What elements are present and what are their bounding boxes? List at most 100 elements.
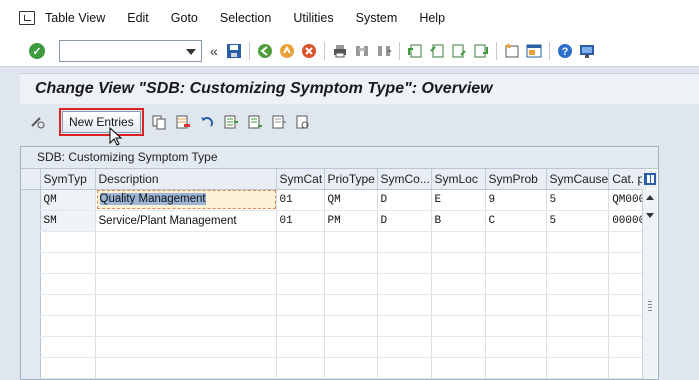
empty-cell[interactable] [276,336,325,358]
empty-cell[interactable] [95,294,277,316]
empty-cell[interactable] [324,315,378,337]
empty-cell[interactable] [324,336,378,358]
empty-cell[interactable] [608,252,647,274]
cell-description[interactable]: Quality Management [95,189,277,211]
cell-symtyp[interactable]: QM [40,189,96,211]
empty-cell[interactable] [377,294,432,316]
empty-cell[interactable] [324,273,378,295]
scrollbar-grip[interactable] [648,301,652,313]
menu-system[interactable]: System [356,11,398,25]
empty-cell[interactable] [95,273,277,295]
menu-exit-icon[interactable] [19,11,35,25]
empty-cell[interactable] [40,315,96,337]
empty-cell[interactable] [377,336,432,358]
scroll-up-icon[interactable] [646,195,654,200]
column-header-symcause[interactable]: SymCause [546,169,610,190]
cell-priotype[interactable]: QM [324,189,378,211]
empty-cell[interactable] [40,357,96,379]
vertical-scrollbar[interactable] [642,189,657,379]
row-selector[interactable] [21,294,41,316]
row-selector[interactable] [21,252,41,274]
empty-cell[interactable] [546,294,610,316]
empty-cell[interactable] [608,231,647,253]
empty-cell[interactable] [40,294,96,316]
column-header-symco[interactable]: SymCo... [377,169,432,190]
empty-cell[interactable] [377,252,432,274]
empty-cell[interactable] [485,252,547,274]
row-selector[interactable] [21,336,41,358]
empty-cell[interactable] [324,252,378,274]
empty-cell[interactable] [431,231,486,253]
empty-cell[interactable] [276,252,325,274]
find-next-icon[interactable] [376,43,392,59]
cell-symloc[interactable]: B [431,210,486,232]
empty-cell[interactable] [485,315,547,337]
shortcut-icon[interactable] [526,43,542,59]
cell-symtyp[interactable]: SM [40,210,96,232]
last-page-icon[interactable] [473,43,489,59]
empty-cell[interactable] [324,294,378,316]
empty-cell[interactable] [431,315,486,337]
print-icon[interactable] [332,43,348,59]
empty-cell[interactable] [431,252,486,274]
scroll-down-icon[interactable] [646,213,654,218]
menu-help[interactable]: Help [419,11,445,25]
first-page-icon[interactable] [407,43,423,59]
find-icon[interactable] [354,43,370,59]
empty-cell[interactable] [40,231,96,253]
empty-cell[interactable] [324,357,378,379]
menu-edit[interactable]: Edit [127,11,149,25]
command-dropdown-icon[interactable] [186,49,196,55]
empty-cell[interactable] [276,294,325,316]
cell-symco[interactable]: D [377,210,432,232]
copy-as-icon[interactable] [151,114,167,130]
empty-cell[interactable] [377,315,432,337]
create-session-icon[interactable] [504,43,520,59]
empty-cell[interactable] [546,315,610,337]
empty-cell[interactable] [95,252,277,274]
row-selector[interactable] [21,231,41,253]
cell-symloc[interactable]: E [431,189,486,211]
row-selector[interactable] [21,210,41,232]
command-field[interactable] [59,40,202,62]
column-header-symtyp[interactable]: SymTyp [40,169,96,190]
new-entries-button[interactable]: New Entries [59,108,144,136]
cell-symprob[interactable]: 9 [485,189,547,211]
select-block-icon[interactable] [247,114,263,130]
empty-cell[interactable] [377,273,432,295]
menu-table-view[interactable]: Table View [45,11,105,25]
empty-cell[interactable] [608,294,647,316]
customize-layout-icon[interactable] [579,43,595,59]
select-all-icon[interactable] [223,114,239,130]
empty-cell[interactable] [608,315,647,337]
select-all-header[interactable] [21,169,41,190]
empty-cell[interactable] [546,231,610,253]
collapse-chevron-icon[interactable]: « [210,43,218,59]
empty-cell[interactable] [377,357,432,379]
empty-cell[interactable] [546,273,610,295]
empty-cell[interactable] [546,252,610,274]
empty-cell[interactable] [485,357,547,379]
empty-cell[interactable] [95,315,277,337]
row-selector[interactable] [21,273,41,295]
description-input[interactable]: Quality Management [96,190,275,209]
help-icon[interactable]: ? [557,43,573,59]
column-settings-button[interactable] [642,170,657,188]
next-page-icon[interactable] [451,43,467,59]
empty-cell[interactable] [485,273,547,295]
display-change-icon[interactable] [30,114,46,130]
row-selector[interactable] [21,189,41,211]
column-header-cat-p[interactable]: Cat. p [608,169,647,190]
empty-cell[interactable] [608,336,647,358]
save-icon[interactable] [226,43,242,59]
empty-cell[interactable] [95,336,277,358]
empty-cell[interactable] [485,231,547,253]
empty-cell[interactable] [276,231,325,253]
row-selector[interactable] [21,357,41,379]
empty-cell[interactable] [608,357,647,379]
empty-cell[interactable] [95,231,277,253]
cell-symcat[interactable]: 01 [276,189,325,211]
cell-priotype[interactable]: PM [324,210,378,232]
empty-cell[interactable] [95,357,277,379]
cell-symcause[interactable]: 5 [546,210,610,232]
